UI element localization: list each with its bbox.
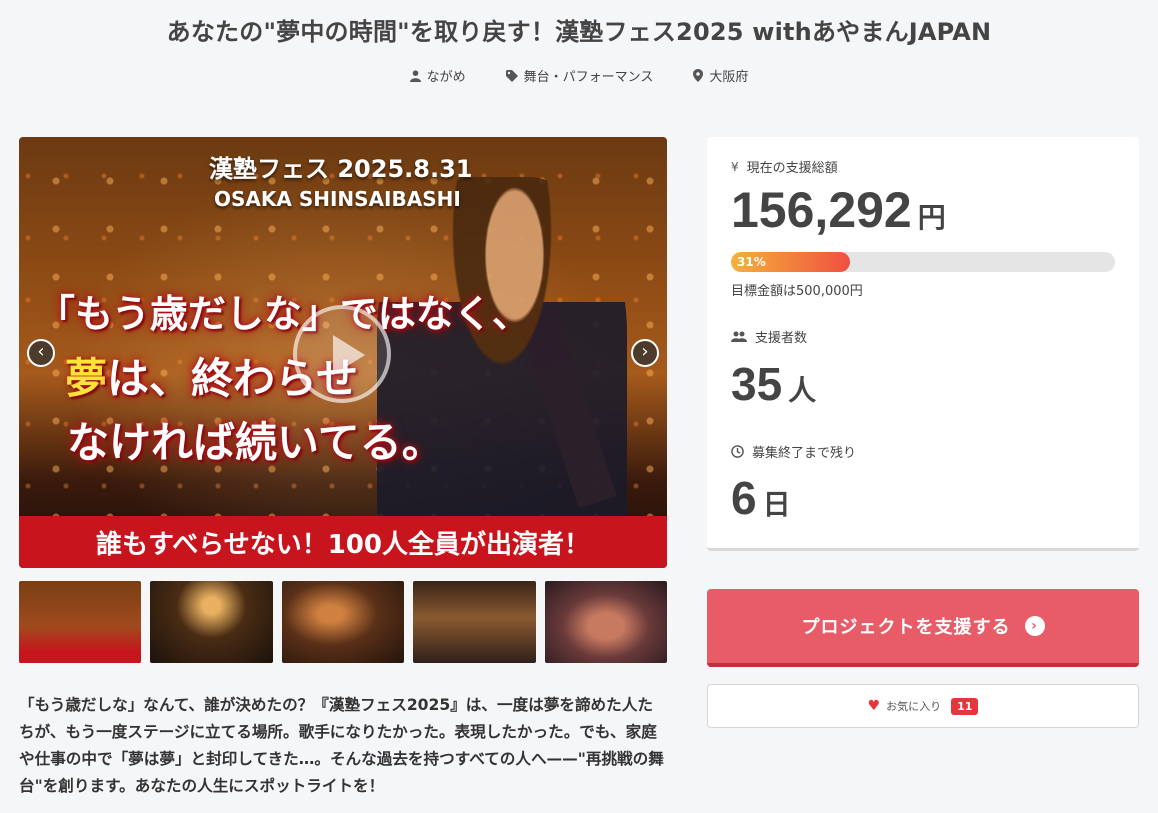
funding-progress-bar: 31% bbox=[731, 252, 1115, 272]
project-description: 「もう歳だしな」なんて、誰が決めたの？『漢塾フェス2025』は、一度は夢を諦めた… bbox=[19, 696, 664, 795]
favorite-count-badge: 11 bbox=[951, 697, 979, 715]
yen-icon: ¥ bbox=[731, 159, 739, 174]
people-icon bbox=[731, 331, 747, 342]
hero-event-place: OSAKA SHINSAIBASHI bbox=[214, 187, 461, 211]
amount-value: 156,292 円 bbox=[731, 181, 946, 239]
owner-name: ながめ bbox=[426, 70, 466, 85]
days-label: 募集終了まで残り bbox=[731, 442, 856, 461]
thumbnail-2[interactable] bbox=[150, 581, 273, 663]
meta-category[interactable]: 舞台・パフォーマンス bbox=[505, 66, 654, 85]
backers-label: 支援者数 bbox=[731, 327, 807, 346]
arrow-right-icon: › bbox=[1024, 616, 1045, 636]
meta-location[interactable]: 大阪府 bbox=[693, 66, 748, 85]
hero-copy-dream: 夢 bbox=[65, 354, 108, 403]
heart-icon: ♥ bbox=[867, 698, 881, 714]
carousel-next-button[interactable]: › bbox=[631, 339, 659, 367]
hero-copy-line3: なければ続いてる。 bbox=[67, 418, 444, 467]
days-unit: 日 bbox=[762, 488, 791, 521]
carousel-prev-button[interactable]: ‹ bbox=[27, 339, 55, 367]
support-button-label: プロジェクトを支援する bbox=[801, 617, 1011, 638]
days-value: 6日 bbox=[731, 471, 791, 525]
hero-event-date: 漢塾フェス 2025.8.31 bbox=[209, 155, 473, 183]
goal-amount: 目標金額は500,000円 bbox=[731, 284, 863, 299]
category-label: 舞台・パフォーマンス bbox=[523, 70, 654, 85]
backers-label-text: 支援者数 bbox=[755, 331, 808, 346]
project-meta: ながめ 舞台・パフォーマンス 大阪府 bbox=[0, 66, 1158, 85]
tag-icon bbox=[505, 69, 518, 82]
stats-panel: ¥ 現在の支援総額 156,292 円 31% 目標金額は500,000円 支援者… bbox=[707, 137, 1139, 551]
hero-video[interactable]: 漢塾フェス 2025.8.31 OSAKA SHINSAIBASHI 「もう歳だ… bbox=[19, 137, 667, 568]
days-number: 6 bbox=[731, 472, 757, 524]
meta-owner[interactable]: ながめ bbox=[409, 66, 466, 85]
favorite-label: お気に入り bbox=[886, 700, 942, 713]
amount-number: 156,292 bbox=[731, 182, 912, 238]
favorite-button[interactable]: ♥ お気に入り 11 bbox=[707, 684, 1139, 728]
amount-unit: 円 bbox=[917, 201, 946, 234]
thumbnail-5[interactable] bbox=[544, 581, 668, 663]
thumbnail-1[interactable] bbox=[19, 581, 142, 663]
backers-unit: 人 bbox=[788, 374, 817, 407]
play-icon[interactable] bbox=[293, 305, 391, 403]
clock-icon bbox=[731, 445, 744, 458]
progress-fill: 31% bbox=[731, 252, 851, 272]
days-label-text: 募集終了まで残り bbox=[752, 446, 857, 461]
person-icon bbox=[409, 69, 421, 82]
support-project-button[interactable]: プロジェクトを支援する › bbox=[707, 589, 1139, 667]
amount-label-text: 現在の支援総額 bbox=[746, 161, 838, 176]
thumbnail-4[interactable] bbox=[413, 581, 536, 663]
map-pin-icon bbox=[693, 69, 704, 82]
page-title: あなたの"夢中の時間"を取り戻す！漢塾フェス2025 withあやまんJAPAN bbox=[166, 18, 992, 46]
hero-copy-line1: 「もう歳だしな」ではなく、 bbox=[37, 291, 530, 336]
hero-banner: 誰もすべらせない！100人全員が出演者！ bbox=[19, 516, 667, 568]
thumbnail-strip bbox=[19, 581, 668, 663]
backers-number: 35 bbox=[731, 358, 783, 410]
amount-label: ¥ 現在の支援総額 bbox=[731, 157, 838, 177]
singer-figure bbox=[377, 177, 627, 567]
location-label: 大阪府 bbox=[709, 70, 749, 85]
backers-value: 35 人 bbox=[731, 357, 816, 411]
thumbnail-3[interactable] bbox=[281, 581, 405, 663]
